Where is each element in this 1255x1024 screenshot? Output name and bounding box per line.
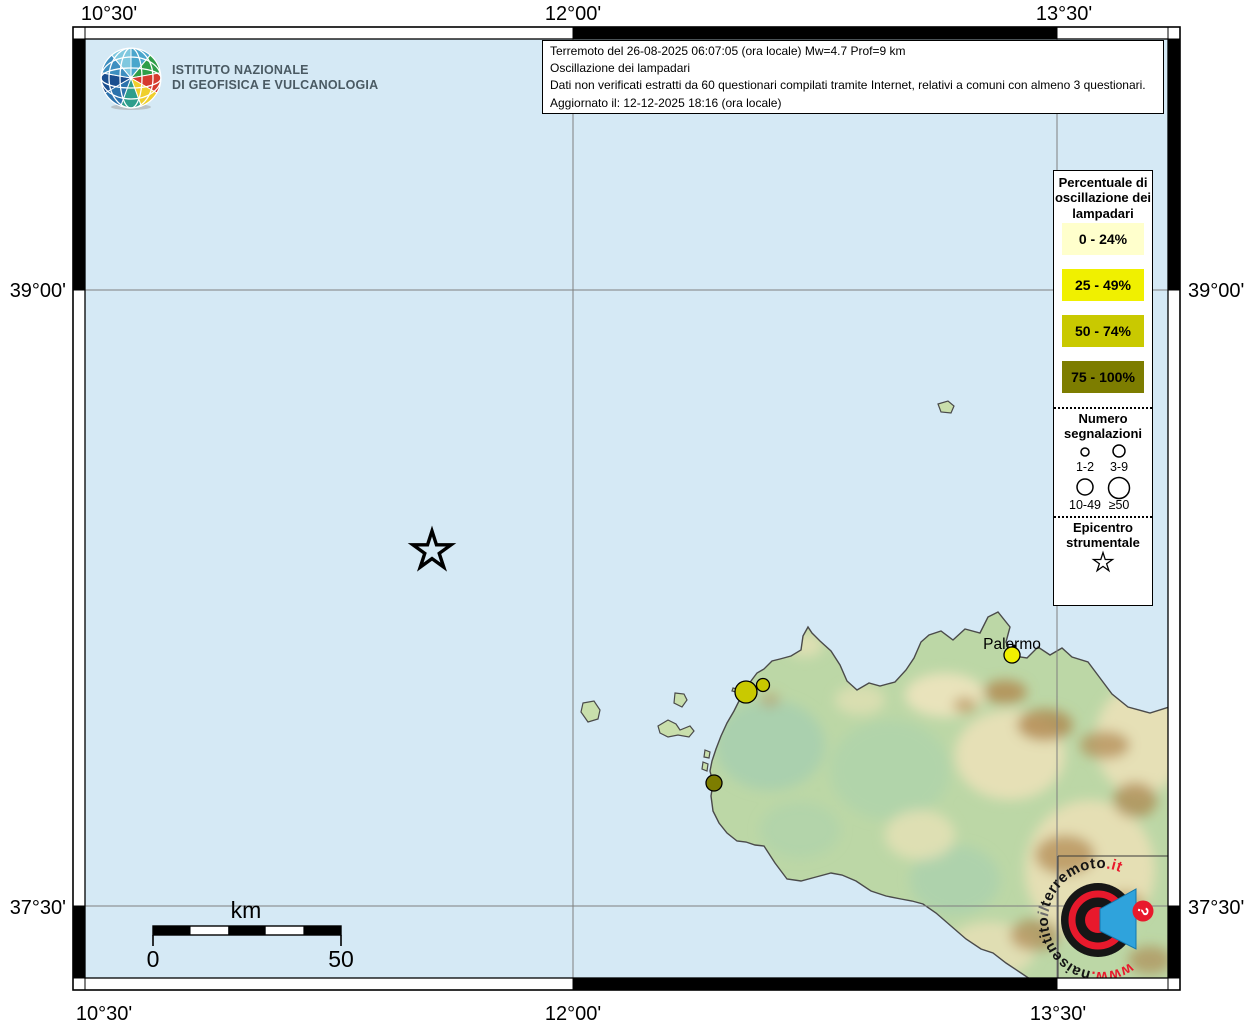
axis-left-3900: 39°00' — [10, 280, 66, 302]
ingv-name-line2: DI GEOFISICA E VULCANOLOGIA — [172, 78, 379, 92]
axis-top-1200: 12°00' — [545, 3, 601, 25]
event-data-note-line: Dati non verificati estratti da 60 quest… — [550, 78, 1146, 93]
report-circle-valderice — [755, 677, 771, 693]
legend-swatch-label: 0 - 24% — [1078, 231, 1128, 248]
legend-swatch-label: 75 - 100% — [1071, 369, 1135, 386]
islet-stagnone — [703, 749, 711, 759]
legend-count-symbols: 1-2 3-9 10-49 ≥50 — [1069, 444, 1131, 512]
legend-count-10-49: 10-49 — [1069, 498, 1101, 511]
legend-swatch-50-74: 50 - 74% — [1062, 315, 1144, 348]
legend-swatch-label: 25 - 49% — [1074, 277, 1132, 294]
axis-bottom-1030: 10°30' — [76, 1003, 132, 1024]
legend-count-3-9: 3-9 — [1110, 460, 1128, 474]
screenshot-root: Palermo ? www.haisentitoilterremoto.it 1… — [0, 0, 1255, 1024]
report-circle-marsala — [705, 774, 723, 792]
legend-swatch-label: 50 - 74% — [1074, 323, 1132, 340]
event-effect-line: Oscillazione dei lampadari — [550, 61, 691, 76]
map-canvas: Palermo ? www.haisentitoilterremoto.it — [85, 39, 1168, 978]
legend-swatch-25-49: 25 - 49% — [1062, 269, 1144, 302]
scale-bar-unit: km — [231, 897, 262, 923]
event-updated-line: Aggiornato il: 12-12-2025 18:16 (ora loc… — [550, 95, 782, 110]
legend-epicenter-star-icon — [1091, 550, 1115, 573]
axis-bottom-1330: 13°30' — [1030, 1003, 1086, 1024]
legend-epicenter-title: Epicentro strumentale — [1066, 520, 1140, 551]
legend-percent-classes: 0 - 24% 25 - 49% 50 - 74% 75 - 100% — [1054, 223, 1152, 394]
legend-count-1-2: 1-2 — [1076, 460, 1094, 474]
legend-count-50: ≥50 — [1109, 498, 1130, 511]
event-info-box: Terremoto del 26-08-2025 06:07:05 (ora l… — [542, 40, 1164, 114]
ingv-header: ISTITUTO NAZIONALE DI GEOFISICA E VULCAN… — [98, 45, 378, 111]
legend-swatch-0-24: 0 - 24% — [1062, 223, 1144, 256]
ingv-wordmark: ISTITUTO NAZIONALE DI GEOFISICA E VULCAN… — [172, 63, 378, 93]
report-circle-palermo — [1003, 646, 1021, 664]
legend-swatch-75-100: 75 - 100% — [1062, 361, 1144, 394]
axis-top-1030: 10°30' — [81, 3, 137, 25]
axis-left-3730: 37°30' — [10, 897, 66, 919]
legend-panel: Percentuale di oscillazione dei lampadar… — [1053, 170, 1153, 606]
scale-bar-end: 50 — [328, 946, 354, 972]
scale-bar-start: 0 — [147, 946, 160, 972]
islet-stagnone-2 — [701, 761, 709, 772]
legend-count-title: Numero segnalazioni — [1063, 411, 1143, 442]
ingv-globe-logo — [100, 47, 162, 110]
axis-right-3730: 37°30' — [1188, 897, 1244, 919]
legend-percent-title: Percentuale di oscillazione dei lampadar… — [1054, 175, 1152, 221]
ingv-name-line1: ISTITUTO NAZIONALE — [172, 63, 309, 77]
axis-right-3900: 39°00' — [1188, 280, 1244, 302]
axis-top-1330: 13°30' — [1036, 3, 1092, 25]
report-circle-trapani — [734, 680, 758, 704]
event-summary-line: Terremoto del 26-08-2025 06:07:05 (ora l… — [550, 44, 906, 58]
axis-bottom-1200: 12°00' — [545, 1003, 601, 1024]
